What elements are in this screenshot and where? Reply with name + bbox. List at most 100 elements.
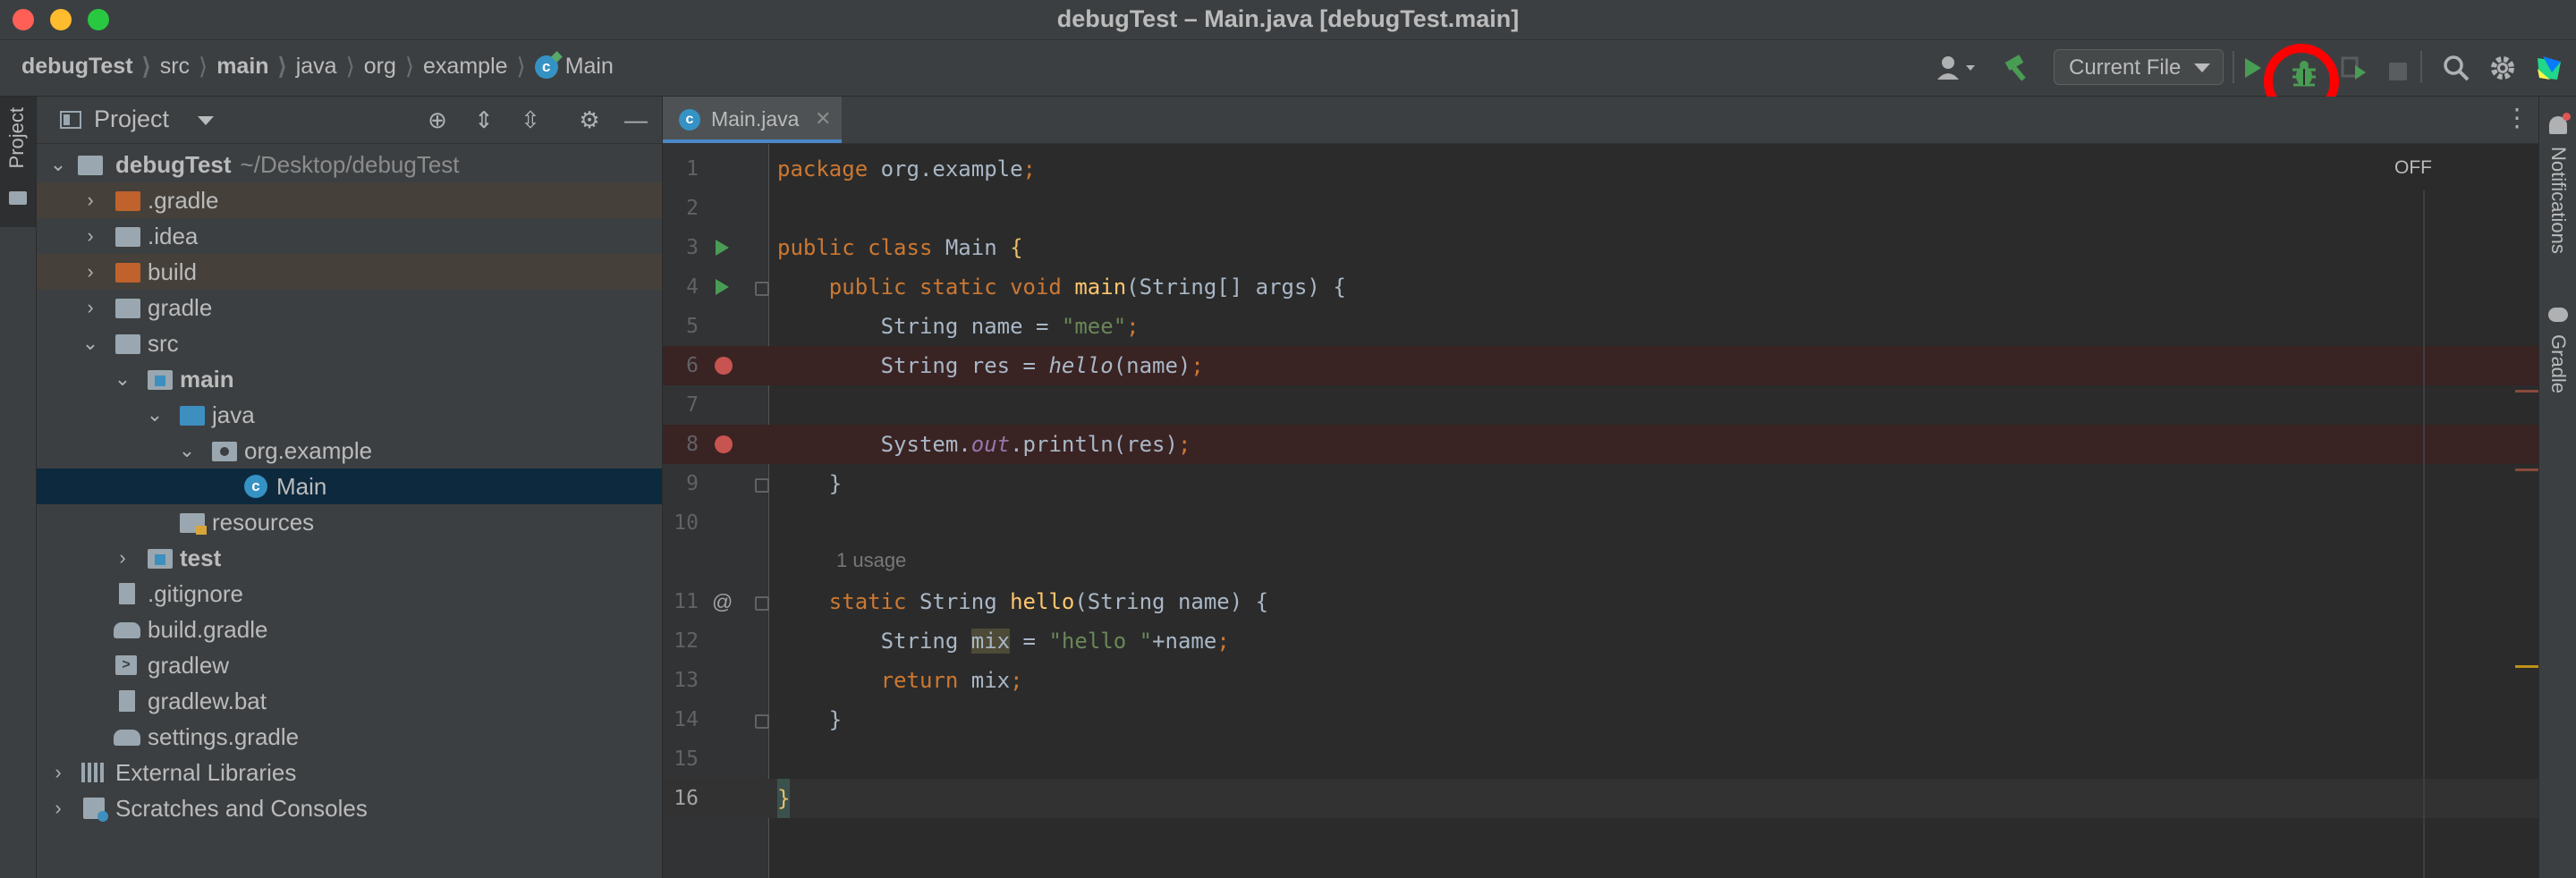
tree-item-resources[interactable]: resources bbox=[37, 504, 662, 540]
tree-item-external-libraries[interactable]: › External Libraries bbox=[37, 755, 662, 790]
run-configuration-dropdown[interactable]: Current File bbox=[2054, 49, 2224, 85]
gear-icon[interactable] bbox=[2485, 53, 2521, 83]
breadcrumb-item[interactable]: java ⟩ bbox=[296, 53, 364, 80]
scratches-icon bbox=[83, 798, 108, 822]
close-icon[interactable]: ✕ bbox=[815, 107, 831, 131]
notifications-tab[interactable]: Notifications bbox=[2546, 147, 2570, 254]
tree-item-label: External Libraries bbox=[115, 759, 297, 786]
breakpoint-marker[interactable] bbox=[2515, 390, 2538, 393]
expand-all-icon[interactable]: ⇕ bbox=[470, 106, 498, 134]
tree-item-debugtest[interactable]: ⌄ debugTest ~/Desktop/debugTest bbox=[37, 147, 662, 182]
chevron-right-icon[interactable]: › bbox=[49, 755, 67, 790]
tree-item-gradle[interactable]: › gradle bbox=[37, 290, 662, 325]
tree-item-gitignore[interactable]: .gitignore bbox=[37, 576, 662, 612]
project-panel-title[interactable]: Project bbox=[94, 106, 169, 133]
chevron-down-icon[interactable]: ⌄ bbox=[81, 325, 99, 361]
tree-item-main[interactable]: ⌄ main bbox=[37, 361, 662, 397]
tree-item-label: Main bbox=[276, 473, 327, 500]
code-line-current: 16 } bbox=[663, 779, 2538, 818]
chevron-right-icon[interactable]: › bbox=[81, 254, 99, 290]
title-bar: debugTest – Main.java [debugTest.main] bbox=[0, 0, 2576, 40]
project-tab-label: Project bbox=[5, 107, 28, 169]
warning-marker[interactable] bbox=[2515, 665, 2538, 668]
breadcrumb-item[interactable]: c Main bbox=[534, 54, 614, 80]
tree-item-gradlew[interactable]: > gradlew bbox=[37, 647, 662, 683]
file-icon bbox=[119, 690, 135, 712]
more-options-icon[interactable]: ⋮ bbox=[2504, 106, 2529, 131]
tree-item-org-example[interactable]: ⌄ org.example bbox=[37, 433, 662, 469]
breadcrumb-item[interactable]: org ⟩ bbox=[364, 53, 423, 80]
user-icon[interactable] bbox=[1932, 53, 1982, 83]
window-title: debugTest – Main.java [debugTest.main] bbox=[1056, 5, 1520, 32]
tree-item-idea[interactable]: › .idea bbox=[37, 218, 662, 254]
editor-scrollbar[interactable] bbox=[2423, 190, 2425, 878]
chevron-right-icon: ⟩ bbox=[345, 53, 355, 80]
fold-icon[interactable] bbox=[755, 282, 769, 296]
tree-item-label: gradle bbox=[148, 294, 213, 321]
chevron-right-icon[interactable]: › bbox=[81, 290, 99, 325]
tree-item-build[interactable]: › build bbox=[37, 254, 662, 290]
chevron-down-icon[interactable] bbox=[198, 116, 214, 125]
gradle-icon bbox=[114, 622, 140, 638]
gradle-tab[interactable]: Gradle bbox=[2546, 334, 2570, 393]
breakpoint-marker[interactable] bbox=[2515, 469, 2538, 471]
tree-item-settings-gradle[interactable]: settings.gradle bbox=[37, 719, 662, 755]
tree-item-label: resources bbox=[212, 509, 315, 536]
tree-item-java[interactable]: ⌄ java bbox=[37, 397, 662, 433]
gradle-icon[interactable] bbox=[2548, 308, 2568, 322]
right-tool-stripe: Notifications Gradle bbox=[2538, 97, 2576, 878]
tree-item-label: java bbox=[212, 401, 255, 428]
breadcrumb-item[interactable]: main ⟩ bbox=[216, 53, 296, 80]
editor-tab-bar: c Main.java ✕ ⋮ bbox=[663, 97, 2538, 144]
tree-item-build-gradle[interactable]: build.gradle bbox=[37, 612, 662, 647]
tree-item-gradlew-bat[interactable]: gradlew.bat bbox=[37, 683, 662, 719]
code-editor[interactable]: 1 package org.example; 2 3 public class … bbox=[663, 144, 2538, 878]
line-number: 9 bbox=[686, 472, 699, 495]
stop-icon[interactable] bbox=[2389, 63, 2407, 80]
project-tool-window-tab[interactable]: Project bbox=[0, 97, 36, 227]
breadcrumb-item[interactable]: example ⟩ bbox=[423, 53, 535, 80]
inspection-status[interactable]: OFF bbox=[2394, 157, 2432, 179]
chevron-down-icon[interactable]: ⌄ bbox=[114, 361, 131, 397]
chevron-down-icon bbox=[2194, 63, 2210, 72]
locate-icon[interactable]: ⊕ bbox=[423, 106, 452, 134]
hammer-icon[interactable] bbox=[2000, 53, 2036, 83]
run-icon[interactable] bbox=[2245, 58, 2261, 78]
fold-icon[interactable] bbox=[755, 478, 769, 493]
breakpoint-icon[interactable] bbox=[715, 357, 733, 375]
search-icon[interactable] bbox=[2438, 53, 2474, 83]
tree-item-main-class[interactable]: c Main bbox=[37, 469, 662, 504]
fold-icon[interactable] bbox=[755, 714, 769, 729]
chevron-right-icon[interactable]: › bbox=[81, 182, 99, 218]
code-text: String mix = "hello "+name; bbox=[777, 629, 1230, 654]
excluded-folder-icon bbox=[115, 263, 140, 283]
chevron-right-icon[interactable]: › bbox=[114, 540, 131, 576]
chevron-down-icon[interactable]: ⌄ bbox=[49, 147, 67, 182]
run-gutter-icon[interactable] bbox=[716, 279, 729, 295]
collapse-all-icon[interactable]: ⇳ bbox=[516, 106, 545, 134]
chevron-right-icon[interactable]: › bbox=[81, 218, 99, 254]
gear-icon[interactable]: ⚙ bbox=[575, 106, 604, 134]
tab-main-java[interactable]: c Main.java ✕ bbox=[663, 97, 842, 143]
run-gutter-icon[interactable] bbox=[716, 240, 729, 256]
fold-icon[interactable] bbox=[755, 596, 769, 611]
breadcrumb-item[interactable]: debugTest ⟩ bbox=[21, 53, 160, 80]
jetbrains-icon[interactable] bbox=[2531, 53, 2567, 83]
tree-item-gradle-hidden[interactable]: › .gradle bbox=[37, 182, 662, 218]
breadcrumb-item[interactable]: src ⟩ bbox=[160, 53, 216, 80]
chevron-right-icon[interactable]: › bbox=[49, 790, 67, 826]
tree-item-label: debugTest bbox=[115, 151, 232, 178]
breakpoint-icon[interactable] bbox=[715, 435, 733, 453]
implemented-at-icon[interactable]: @ bbox=[712, 582, 733, 621]
tree-item-test[interactable]: › test bbox=[37, 540, 662, 576]
hide-icon[interactable]: — bbox=[622, 106, 650, 134]
tree-item-src[interactable]: ⌄ src bbox=[37, 325, 662, 361]
code-line: 15 bbox=[663, 739, 2538, 779]
usage-inlay-hint[interactable]: 1 usage bbox=[836, 541, 906, 580]
coverage-icon[interactable] bbox=[2334, 53, 2370, 83]
chevron-down-icon[interactable]: ⌄ bbox=[146, 397, 164, 433]
java-class-icon: c bbox=[534, 55, 558, 79]
chevron-down-icon[interactable]: ⌄ bbox=[178, 433, 196, 469]
tree-item-scratches[interactable]: › Scratches and Consoles bbox=[37, 790, 662, 826]
code-text: String res = hello(name); bbox=[777, 353, 1204, 378]
